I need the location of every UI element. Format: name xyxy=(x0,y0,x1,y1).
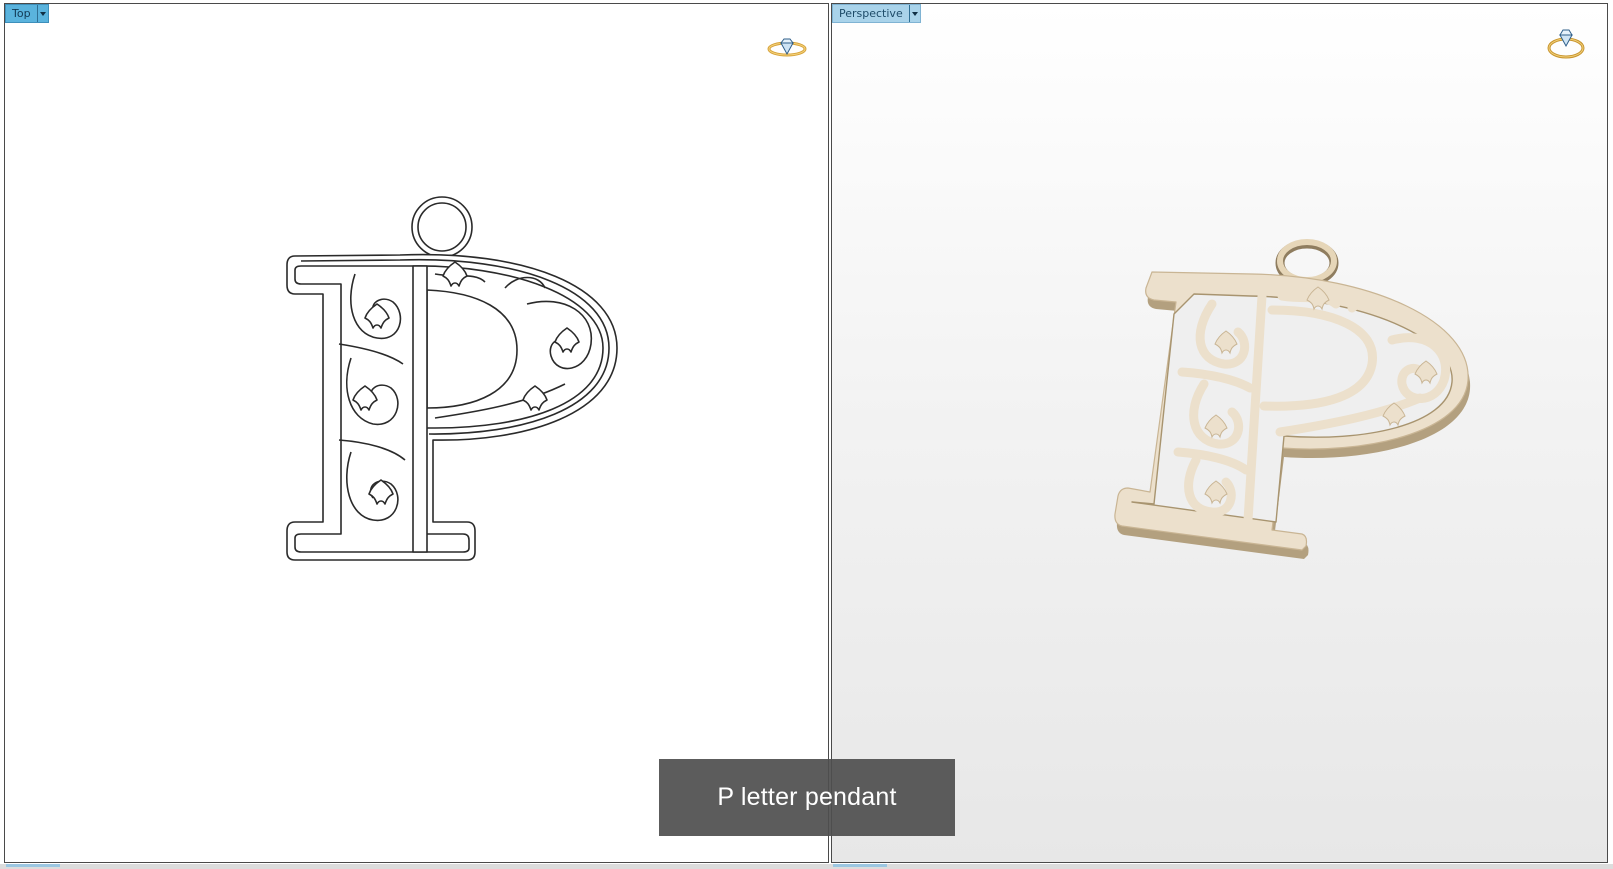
chevron-down-icon[interactable] xyxy=(908,5,920,22)
ring-diamond-icon xyxy=(1547,29,1585,59)
viewport-tab-perspective[interactable]: Perspective xyxy=(832,4,921,23)
viewport-tab-top[interactable]: Top xyxy=(5,4,49,23)
viewport-perspective[interactable]: Perspective xyxy=(831,3,1608,863)
app-window: Top Perspective P letter pendant xyxy=(0,0,1613,869)
chevron-down-icon[interactable] xyxy=(36,5,48,22)
tab-indicator[interactable] xyxy=(6,864,60,867)
caption-text: P letter pendant xyxy=(717,783,897,811)
viewport-tab-strip xyxy=(0,864,1613,869)
caption-overlay: P letter pendant xyxy=(659,759,955,836)
bail-loop-inner xyxy=(417,202,467,252)
pendant-rendered xyxy=(1114,239,1471,559)
p-stem xyxy=(412,265,428,553)
viewport-top[interactable]: Top xyxy=(4,3,829,863)
viewport-label[interactable]: Top xyxy=(6,5,37,22)
ring-diamond-icon xyxy=(767,38,807,57)
viewport-label[interactable]: Perspective xyxy=(833,5,909,22)
tab-indicator[interactable] xyxy=(833,864,887,867)
pendant-wireframe xyxy=(286,196,618,561)
